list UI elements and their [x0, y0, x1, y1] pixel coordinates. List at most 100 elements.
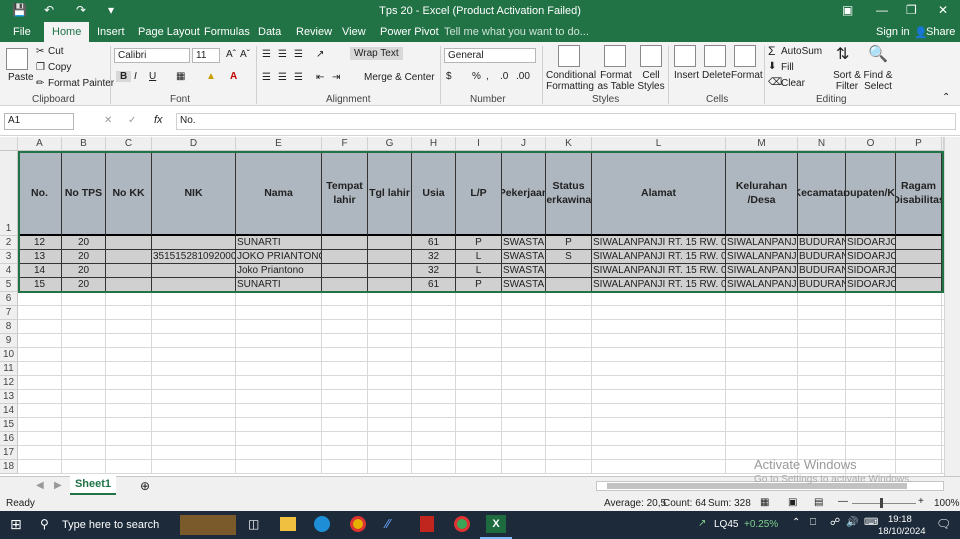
zoom-slider-thumb[interactable] — [880, 498, 883, 508]
language-icon[interactable]: ⌨ — [864, 517, 878, 528]
column-header[interactable]: P — [896, 137, 942, 151]
align-right-icon[interactable]: ☰ — [294, 72, 303, 83]
table-cell[interactable] — [322, 250, 368, 264]
column-header[interactable]: F — [322, 137, 368, 151]
empty-cell[interactable] — [546, 348, 592, 362]
empty-cell[interactable] — [546, 446, 592, 460]
empty-cell[interactable] — [236, 390, 322, 404]
zoom-out-icon[interactable]: — — [838, 496, 848, 507]
zoom-in-icon[interactable]: + — [918, 496, 924, 507]
header-cell[interactable]: No KK — [106, 151, 152, 236]
empty-cell[interactable] — [412, 292, 456, 306]
empty-cell[interactable] — [726, 320, 798, 334]
empty-cell[interactable] — [152, 362, 236, 376]
empty-cell[interactable] — [502, 292, 546, 306]
empty-cell[interactable] — [368, 404, 412, 418]
format-cells-button[interactable]: Format — [731, 70, 763, 81]
empty-cell[interactable] — [152, 460, 236, 474]
delete-cells-button[interactable]: Delete — [702, 70, 731, 81]
table-cell[interactable]: 15 — [18, 278, 62, 292]
empty-cell[interactable] — [592, 446, 726, 460]
empty-cell[interactable] — [896, 306, 942, 320]
empty-cell[interactable] — [502, 446, 546, 460]
sheet-tab-sheet1[interactable]: Sheet1 — [70, 476, 116, 495]
empty-cell[interactable] — [592, 348, 726, 362]
edge-icon[interactable] — [314, 516, 330, 532]
row-header[interactable]: 4 — [0, 264, 18, 278]
empty-cell[interactable] — [106, 334, 152, 348]
format-cells-icon[interactable] — [734, 45, 756, 67]
empty-cell[interactable] — [592, 460, 726, 474]
empty-cell[interactable] — [368, 292, 412, 306]
meet-now-icon[interactable]: ⎕ — [810, 517, 816, 528]
empty-cell[interactable] — [322, 460, 368, 474]
header-cell[interactable]: Tempat lahir — [322, 151, 368, 236]
empty-cell[interactable] — [592, 320, 726, 334]
sort-filter-button[interactable]: Sort & Filter — [832, 70, 862, 92]
empty-cell[interactable] — [456, 390, 502, 404]
empty-cell[interactable] — [798, 306, 846, 320]
conditional-formatting-icon[interactable] — [558, 45, 580, 67]
tab-data[interactable]: Data — [258, 26, 281, 38]
empty-cell[interactable] — [106, 460, 152, 474]
empty-cell[interactable] — [896, 362, 942, 376]
empty-cell[interactable] — [322, 418, 368, 432]
decrease-decimal-icon[interactable]: .00 — [516, 71, 530, 82]
table-cell[interactable]: SWASTA — [502, 278, 546, 292]
fill-color-icon[interactable]: ▲ — [206, 71, 216, 82]
header-cell[interactable]: No TPS — [62, 151, 106, 236]
table-cell[interactable] — [322, 264, 368, 278]
formula-input[interactable]: No. — [176, 113, 956, 130]
empty-cell[interactable] — [368, 320, 412, 334]
table-cell[interactable] — [368, 278, 412, 292]
header-cell[interactable]: NIK — [152, 151, 236, 236]
empty-cell[interactable] — [726, 390, 798, 404]
empty-cell[interactable] — [592, 334, 726, 348]
zoom-level[interactable]: 100% — [934, 498, 960, 509]
align-middle-icon[interactable]: ☰ — [278, 49, 287, 60]
empty-cell[interactable] — [798, 404, 846, 418]
column-header[interactable]: B — [62, 137, 106, 151]
prev-sheet-icon[interactable]: ◀ — [36, 480, 44, 491]
empty-cell[interactable] — [62, 362, 106, 376]
table-cell[interactable]: SIWALANPANJI RT. 15 RW. 04 — [592, 236, 726, 250]
empty-cell[interactable] — [368, 334, 412, 348]
column-header[interactable]: G — [368, 137, 412, 151]
empty-cell[interactable] — [456, 404, 502, 418]
empty-cell[interactable] — [896, 376, 942, 390]
empty-cell[interactable] — [798, 362, 846, 376]
empty-cell[interactable] — [592, 362, 726, 376]
table-cell[interactable]: SIDOARJO — [846, 250, 896, 264]
empty-cell[interactable] — [412, 390, 456, 404]
empty-cell[interactable] — [502, 334, 546, 348]
empty-cell[interactable] — [798, 376, 846, 390]
row-header[interactable]: 9 — [0, 334, 18, 348]
table-cell[interactable]: BUDURAN — [798, 278, 846, 292]
empty-cell[interactable] — [456, 320, 502, 334]
empty-cell[interactable] — [846, 334, 896, 348]
empty-cell[interactable] — [896, 320, 942, 334]
column-header[interactable]: L — [592, 137, 726, 151]
new-sheet-icon[interactable]: ⊕ — [140, 479, 150, 493]
column-header[interactable]: K — [546, 137, 592, 151]
empty-cell[interactable] — [412, 376, 456, 390]
format-as-table-icon[interactable] — [604, 45, 626, 67]
row-header[interactable]: 3 — [0, 250, 18, 264]
app-icon[interactable]: ∕∕ — [386, 516, 390, 531]
empty-cell[interactable] — [846, 404, 896, 418]
table-cell[interactable] — [896, 250, 942, 264]
row-header[interactable]: 6 — [0, 292, 18, 306]
increase-indent-icon[interactable]: ⇥ — [332, 72, 340, 83]
font-name-select[interactable]: Calibri — [114, 48, 190, 63]
worksheet-grid[interactable]: A B C D E F G H I J K L M N O P 1 No. No TPS No KK NIK Nama Te… — [0, 137, 944, 476]
empty-cell[interactable] — [546, 460, 592, 474]
empty-cell[interactable] — [152, 334, 236, 348]
table-cell[interactable]: SIDOARJO — [846, 236, 896, 250]
table-cell[interactable]: 13 — [18, 250, 62, 264]
header-cell[interactable]: Kabupaten/Kota — [846, 151, 896, 236]
find-select-icon[interactable]: 🔍 — [868, 44, 888, 64]
row-header[interactable]: 13 — [0, 390, 18, 404]
empty-cell[interactable] — [368, 306, 412, 320]
empty-cell[interactable] — [236, 432, 322, 446]
empty-cell[interactable] — [592, 376, 726, 390]
